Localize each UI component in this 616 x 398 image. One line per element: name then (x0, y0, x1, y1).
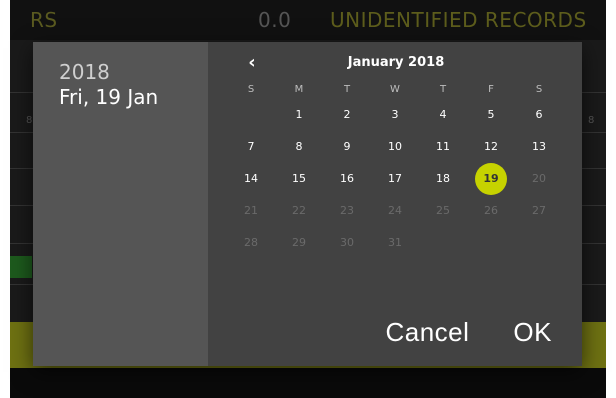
day-cell[interactable]: 11 (419, 131, 467, 163)
day-cell[interactable]: 12 (467, 131, 515, 163)
bg-left-mark: 8 (26, 115, 33, 126)
dialog-actions: Cancel OK (385, 317, 552, 348)
day-cell: 20 (532, 172, 546, 185)
day-cell[interactable]: 13 (515, 131, 563, 163)
day-cell[interactable]: 4 (419, 99, 467, 131)
day-cell[interactable]: 15 (275, 163, 323, 195)
header-right-text: UNIDENTIFIED RECORDS (330, 8, 587, 32)
day-cell: 21 (244, 204, 258, 217)
day-cell[interactable]: 9 (323, 131, 371, 163)
weekday-label: S (535, 84, 543, 95)
day-cell: 24 (388, 204, 402, 217)
cancel-button[interactable]: Cancel (385, 317, 469, 348)
month-title: January 2018 (347, 55, 445, 70)
day-cell[interactable]: 3 (371, 99, 419, 131)
day-cell: 27 (532, 204, 546, 217)
date-picker-dialog: 2018 Fri, 19 Jan ‹ January 2018 SMTWTFS … (33, 42, 582, 366)
date-picker-header: 2018 Fri, 19 Jan (33, 42, 208, 366)
weekday-label: W (390, 84, 400, 95)
weekday-row: SMTWTFS (227, 84, 563, 98)
selected-date[interactable]: Fri, 19 Jan (59, 84, 208, 110)
bg-footer (10, 368, 606, 398)
app-header: RS 0.0 UNIDENTIFIED RECORDS (10, 0, 606, 40)
empty-day-cell (227, 99, 275, 131)
day-cell: 28 (244, 236, 258, 249)
day-grid: 1 2 3 4 5 6 7 8 9 10 11 12 13 14 15 16 17 18 19 20 21 22 23 24 2… (227, 99, 563, 259)
selected-day-cell[interactable]: 19 (467, 163, 515, 195)
bg-green-indicator (10, 256, 32, 278)
bg-right-mark: 8 (588, 115, 595, 126)
ok-button[interactable]: OK (513, 317, 552, 348)
day-cell[interactable]: 18 (419, 163, 467, 195)
day-cell: 30 (340, 236, 354, 249)
day-cell: 26 (484, 204, 498, 217)
day-cell[interactable]: 8 (275, 131, 323, 163)
selected-year[interactable]: 2018 (59, 60, 208, 84)
weekday-label: T (343, 84, 351, 95)
day-cell: 29 (292, 236, 306, 249)
empty-day-cell (515, 227, 563, 259)
calendar-panel: ‹ January 2018 SMTWTFS 1 2 3 4 5 6 7 8 9 10 11 12 13… (208, 42, 582, 366)
empty-day-cell (467, 227, 515, 259)
day-cell: 22 (292, 204, 306, 217)
header-left-text: RS (30, 8, 58, 32)
day-cell[interactable]: 10 (371, 131, 419, 163)
weekday-label: F (488, 84, 494, 95)
day-cell[interactable]: 2 (323, 99, 371, 131)
weekday-label: S (247, 84, 255, 95)
day-cell: 25 (436, 204, 450, 217)
day-cell[interactable]: 14 (227, 163, 275, 195)
calendar-header: ‹ January 2018 (208, 52, 582, 76)
empty-day-cell (419, 227, 467, 259)
day-cell[interactable]: 5 (467, 99, 515, 131)
day-cell: 23 (340, 204, 354, 217)
header-mid-text: 0.0 (258, 8, 292, 32)
weekday-label: T (439, 84, 447, 95)
day-cell[interactable]: 16 (323, 163, 371, 195)
day-cell: 31 (388, 236, 402, 249)
weekday-label: M (294, 84, 304, 95)
day-cell[interactable]: 7 (227, 131, 275, 163)
day-cell[interactable]: 1 (275, 99, 323, 131)
day-cell[interactable]: 6 (515, 99, 563, 131)
day-cell[interactable]: 17 (371, 163, 419, 195)
